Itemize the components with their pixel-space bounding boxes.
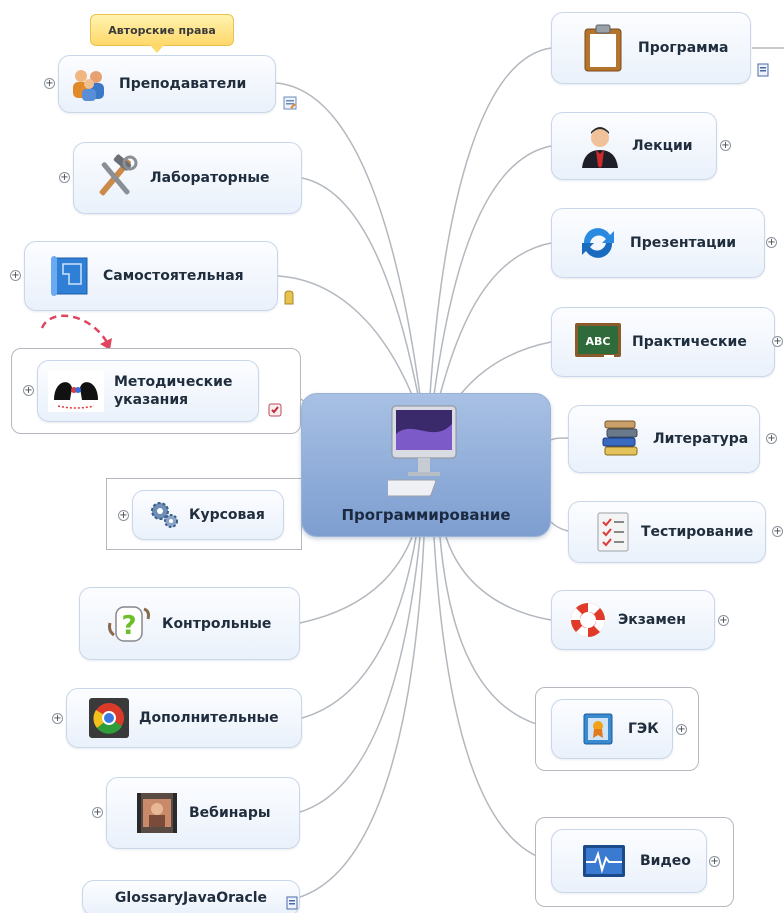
refresh-icon <box>576 221 620 265</box>
topic-guidelines[interactable]: Методические указания <box>37 360 259 422</box>
note-icon[interactable] <box>283 95 297 114</box>
attachment-icon[interactable] <box>283 290 295 310</box>
topic-label: ГЭК <box>628 721 659 737</box>
expand-button-extra[interactable]: + <box>52 713 63 724</box>
chrome-icon <box>89 698 129 738</box>
chalkboard-icon: ABC <box>574 322 622 362</box>
document-icon[interactable] <box>756 62 770 81</box>
imac-icon <box>380 404 468 504</box>
central-topic[interactable]: Программирование <box>301 393 551 537</box>
topic-label: Лекции <box>632 138 693 154</box>
people-icon <box>69 66 109 102</box>
connector-program <box>429 47 552 396</box>
svg-text:?: ? <box>121 611 136 641</box>
topic-exam[interactable]: Экзамен <box>551 590 715 650</box>
expand-button-labs[interactable]: + <box>59 172 70 183</box>
blueprint-icon <box>49 254 93 298</box>
topic-control[interactable]: ? Контрольные <box>79 587 300 660</box>
topic-practice[interactable]: ABC Практические <box>551 307 775 377</box>
connector-extra <box>301 536 417 719</box>
topic-label: Презентации <box>630 235 737 251</box>
expand-button-exam[interactable]: + <box>718 615 729 626</box>
callout-label: Авторские права <box>108 23 216 37</box>
topic-extra[interactable]: Дополнительные <box>66 688 302 748</box>
checklist-icon <box>595 510 631 554</box>
topic-gek[interactable]: ГЭК <box>551 699 673 759</box>
topic-label: Литература <box>653 431 749 447</box>
topic-course[interactable]: Курсовая <box>132 490 284 540</box>
task-icon[interactable] <box>268 402 282 421</box>
topic-labs[interactable]: Лабораторные <box>73 142 302 214</box>
expand-button-video[interactable]: + <box>709 856 720 867</box>
topic-teachers[interactable]: Преподаватели <box>58 55 276 113</box>
topic-glossary[interactable]: GlossaryJavaOracle <box>82 880 300 913</box>
central-label: Программирование <box>341 506 511 524</box>
books-icon <box>599 417 643 461</box>
topic-label: Преподаватели <box>119 76 247 92</box>
topic-label: Тестирование <box>641 524 754 540</box>
svg-text:ABC: ABC <box>586 335 611 348</box>
monitor-wave-icon <box>582 844 626 878</box>
topic-video[interactable]: Видео <box>551 829 707 893</box>
topic-literature[interactable]: Литература <box>568 405 760 473</box>
expand-button-gek[interactable]: + <box>676 724 687 735</box>
topic-label: Курсовая <box>189 507 265 523</box>
connector-video <box>433 536 552 862</box>
topic-label: Программа <box>638 40 729 56</box>
film-icon <box>135 791 179 835</box>
topic-label: Контрольные <box>162 615 272 632</box>
relationship-arrow <box>40 314 110 345</box>
topic-webinars[interactable]: Вебинары <box>106 777 300 849</box>
expand-button-webinars[interactable]: + <box>92 807 103 818</box>
expand-button-teachers[interactable]: + <box>44 78 55 89</box>
heads-icon <box>48 370 104 412</box>
topic-label-multiline: Методические указания <box>114 373 233 409</box>
copyright-callout[interactable]: Авторские права <box>90 14 234 46</box>
topic-label: Самостоятельная <box>103 268 244 284</box>
connector-teachers <box>275 82 421 396</box>
expand-button-testing[interactable]: + <box>772 526 783 537</box>
connector-exam <box>445 536 552 621</box>
expand-button-course[interactable]: + <box>118 510 129 521</box>
topic-presentations[interactable]: Презентации <box>551 208 765 278</box>
topic-label: Дополнительные <box>139 710 279 726</box>
expand-button-guidelines[interactable]: + <box>23 385 34 396</box>
topic-label: Практические <box>632 334 747 350</box>
expand-button-presentations[interactable]: + <box>766 237 777 248</box>
connector-testing <box>550 521 569 532</box>
connector-practice <box>459 341 552 396</box>
lifebuoy-icon <box>568 600 608 640</box>
topic-program[interactable]: Программа <box>551 12 751 84</box>
topic-label: Видео <box>640 853 691 869</box>
expand-button-selfwork[interactable]: + <box>10 270 21 281</box>
expand-button-practice[interactable]: + <box>772 336 783 347</box>
topic-testing[interactable]: Тестирование <box>568 501 766 563</box>
expand-button-literature[interactable]: + <box>766 433 777 444</box>
callout-tail <box>150 45 164 53</box>
connector-webinars <box>299 536 421 813</box>
connector-glossary <box>299 536 425 898</box>
tools-icon <box>92 154 140 202</box>
topic-label: Лабораторные <box>150 170 270 186</box>
topic-label-line1: Методические <box>114 374 233 390</box>
topic-label-line2: указания <box>114 392 189 408</box>
expand-button-lectures[interactable]: + <box>720 140 731 151</box>
mind-map-canvas: Авторские права Программирование Препода… <box>0 0 784 913</box>
topic-selfwork[interactable]: Самостоятельная <box>24 241 278 311</box>
certificate-icon <box>582 712 614 746</box>
lecturer-icon <box>578 124 622 168</box>
topic-label: GlossaryJavaOracle <box>114 890 268 906</box>
document-icon[interactable] <box>285 895 299 913</box>
connector-control <box>299 536 413 624</box>
clipboard-icon <box>582 24 624 72</box>
topic-label: Вебинары <box>189 805 271 821</box>
gears-icon <box>149 500 179 530</box>
connector-literature <box>550 437 569 441</box>
topic-label: Экзамен <box>618 612 686 628</box>
question-icon: ? <box>106 601 152 647</box>
topic-lectures[interactable]: Лекции <box>551 112 717 180</box>
connector-presentations <box>439 242 552 396</box>
